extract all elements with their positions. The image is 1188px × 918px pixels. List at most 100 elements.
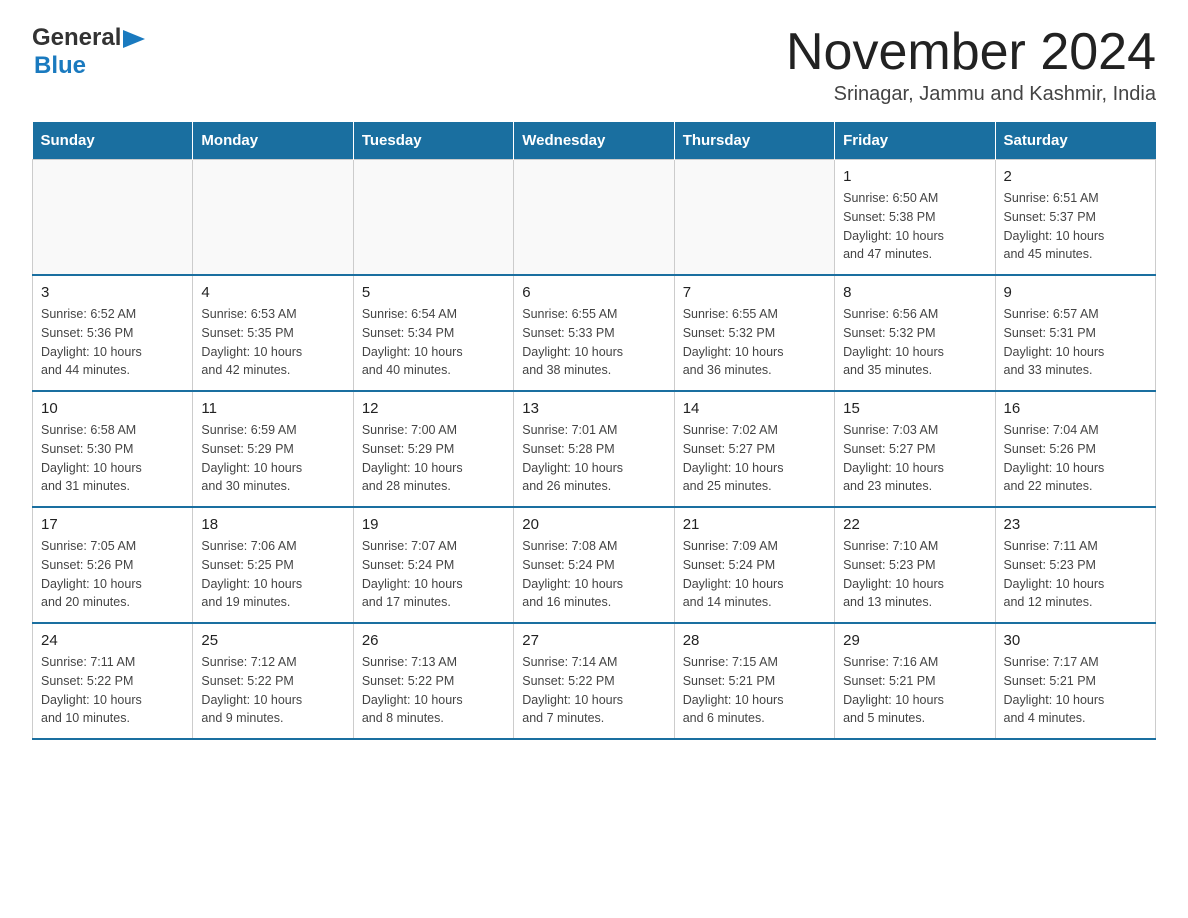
day-number: 12 — [362, 400, 505, 417]
day-info: Sunrise: 7:17 AM Sunset: 5:21 PM Dayligh… — [1004, 653, 1147, 728]
calendar-cell: 25 Sunrise: 7:12 AM Sunset: 5:22 PM Dayli… — [193, 623, 353, 739]
day-info: Sunrise: 7:04 AM Sunset: 5:26 PM Dayligh… — [1004, 421, 1147, 496]
calendar-cell: 22 Sunrise: 7:10 AM Sunset: 5:23 PM Dayli… — [835, 507, 995, 623]
day-number: 23 — [1004, 516, 1147, 533]
day-number: 25 — [201, 632, 344, 649]
day-number: 15 — [843, 400, 986, 417]
calendar-cell: 11 Sunrise: 6:59 AM Sunset: 5:29 PM Dayli… — [193, 391, 353, 507]
page-header: General Blue November 2024 Srinagar, Jam… — [32, 24, 1156, 106]
day-info: Sunrise: 7:07 AM Sunset: 5:24 PM Dayligh… — [362, 537, 505, 612]
calendar-cell: 20 Sunrise: 7:08 AM Sunset: 5:24 PM Dayli… — [514, 507, 674, 623]
day-info: Sunrise: 7:14 AM Sunset: 5:22 PM Dayligh… — [522, 653, 665, 728]
day-number: 10 — [41, 400, 184, 417]
calendar-cell: 13 Sunrise: 7:01 AM Sunset: 5:28 PM Dayli… — [514, 391, 674, 507]
location-text: Srinagar, Jammu and Kashmir, India — [786, 83, 1156, 106]
calendar-header-thursday: Thursday — [674, 122, 834, 160]
day-info: Sunrise: 6:52 AM Sunset: 5:36 PM Dayligh… — [41, 305, 184, 380]
day-number: 1 — [843, 168, 986, 185]
calendar-cell: 8Sunrise: 6:56 AM Sunset: 5:32 PM Daylig… — [835, 275, 995, 391]
day-number: 22 — [843, 516, 986, 533]
calendar-cell: 24Sunrise: 7:11 AM Sunset: 5:22 PM Dayli… — [33, 623, 193, 739]
calendar-cell — [674, 160, 834, 276]
day-number: 14 — [683, 400, 826, 417]
calendar-cell: 18 Sunrise: 7:06 AM Sunset: 5:25 PM Dayli… — [193, 507, 353, 623]
day-info: Sunrise: 6:51 AM Sunset: 5:37 PM Dayligh… — [1004, 189, 1147, 264]
calendar-cell — [514, 160, 674, 276]
day-number: 9 — [1004, 284, 1147, 301]
calendar-cell: 5 Sunrise: 6:54 AM Sunset: 5:34 PM Daylig… — [353, 275, 513, 391]
day-number: 4 — [201, 284, 344, 301]
calendar-cell: 6Sunrise: 6:55 AM Sunset: 5:33 PM Daylig… — [514, 275, 674, 391]
day-number: 7 — [683, 284, 826, 301]
day-number: 3 — [41, 284, 184, 301]
day-number: 18 — [201, 516, 344, 533]
day-info: Sunrise: 7:12 AM Sunset: 5:22 PM Dayligh… — [201, 653, 344, 728]
calendar-cell: 27 Sunrise: 7:14 AM Sunset: 5:22 PM Dayli… — [514, 623, 674, 739]
day-number: 11 — [201, 400, 344, 417]
title-section: November 2024 Srinagar, Jammu and Kashmi… — [786, 24, 1156, 106]
calendar-cell: 3 Sunrise: 6:52 AM Sunset: 5:36 PM Daylig… — [33, 275, 193, 391]
day-info: Sunrise: 7:10 AM Sunset: 5:23 PM Dayligh… — [843, 537, 986, 612]
calendar-table: SundayMondayTuesdayWednesdayThursdayFrid… — [32, 122, 1156, 740]
calendar-cell: 1 Sunrise: 6:50 AM Sunset: 5:38 PM Daylig… — [835, 160, 995, 276]
day-info: Sunrise: 6:55 AM Sunset: 5:32 PM Dayligh… — [683, 305, 826, 380]
calendar-cell: 29 Sunrise: 7:16 AM Sunset: 5:21 PM Dayli… — [835, 623, 995, 739]
day-number: 17 — [41, 516, 184, 533]
day-number: 26 — [362, 632, 505, 649]
day-number: 29 — [843, 632, 986, 649]
day-number: 13 — [522, 400, 665, 417]
day-number: 16 — [1004, 400, 1147, 417]
day-info: Sunrise: 6:55 AM Sunset: 5:33 PM Dayligh… — [522, 305, 665, 380]
day-info: Sunrise: 7:11 AM Sunset: 5:23 PM Dayligh… — [1004, 537, 1147, 612]
calendar-week-row: 24Sunrise: 7:11 AM Sunset: 5:22 PM Dayli… — [33, 623, 1156, 739]
calendar-header-saturday: Saturday — [995, 122, 1155, 160]
calendar-week-row: 10 Sunrise: 6:58 AM Sunset: 5:30 PM Dayli… — [33, 391, 1156, 507]
day-info: Sunrise: 7:02 AM Sunset: 5:27 PM Dayligh… — [683, 421, 826, 496]
calendar-cell — [353, 160, 513, 276]
day-info: Sunrise: 7:16 AM Sunset: 5:21 PM Dayligh… — [843, 653, 986, 728]
day-info: Sunrise: 7:05 AM Sunset: 5:26 PM Dayligh… — [41, 537, 184, 612]
calendar-cell: 10 Sunrise: 6:58 AM Sunset: 5:30 PM Dayli… — [33, 391, 193, 507]
calendar-cell: 7 Sunrise: 6:55 AM Sunset: 5:32 PM Daylig… — [674, 275, 834, 391]
day-info: Sunrise: 7:01 AM Sunset: 5:28 PM Dayligh… — [522, 421, 665, 496]
day-number: 28 — [683, 632, 826, 649]
day-info: Sunrise: 7:13 AM Sunset: 5:22 PM Dayligh… — [362, 653, 505, 728]
day-number: 20 — [522, 516, 665, 533]
day-info: Sunrise: 6:54 AM Sunset: 5:34 PM Dayligh… — [362, 305, 505, 380]
day-info: Sunrise: 7:11 AM Sunset: 5:22 PM Dayligh… — [41, 653, 184, 728]
day-info: Sunrise: 6:50 AM Sunset: 5:38 PM Dayligh… — [843, 189, 986, 264]
day-info: Sunrise: 7:06 AM Sunset: 5:25 PM Dayligh… — [201, 537, 344, 612]
day-number: 21 — [683, 516, 826, 533]
day-info: Sunrise: 7:00 AM Sunset: 5:29 PM Dayligh… — [362, 421, 505, 496]
day-info: Sunrise: 6:53 AM Sunset: 5:35 PM Dayligh… — [201, 305, 344, 380]
day-info: Sunrise: 6:57 AM Sunset: 5:31 PM Dayligh… — [1004, 305, 1147, 380]
day-number: 30 — [1004, 632, 1147, 649]
calendar-week-row: 1 Sunrise: 6:50 AM Sunset: 5:38 PM Daylig… — [33, 160, 1156, 276]
month-title: November 2024 — [786, 24, 1156, 81]
calendar-cell — [33, 160, 193, 276]
day-number: 27 — [522, 632, 665, 649]
calendar-header-sunday: Sunday — [33, 122, 193, 160]
calendar-cell: 19 Sunrise: 7:07 AM Sunset: 5:24 PM Dayli… — [353, 507, 513, 623]
calendar-cell: 12 Sunrise: 7:00 AM Sunset: 5:29 PM Dayli… — [353, 391, 513, 507]
day-number: 19 — [362, 516, 505, 533]
calendar-cell — [193, 160, 353, 276]
calendar-cell: 23 Sunrise: 7:11 AM Sunset: 5:23 PM Dayli… — [995, 507, 1155, 623]
calendar-cell: 16 Sunrise: 7:04 AM Sunset: 5:26 PM Dayli… — [995, 391, 1155, 507]
calendar-header-monday: Monday — [193, 122, 353, 160]
calendar-cell: 26 Sunrise: 7:13 AM Sunset: 5:22 PM Dayli… — [353, 623, 513, 739]
day-info: Sunrise: 7:09 AM Sunset: 5:24 PM Dayligh… — [683, 537, 826, 612]
logo-general-text: General — [32, 24, 121, 52]
calendar-cell: 28Sunrise: 7:15 AM Sunset: 5:21 PM Dayli… — [674, 623, 834, 739]
calendar-cell: 17 Sunrise: 7:05 AM Sunset: 5:26 PM Dayli… — [33, 507, 193, 623]
calendar-header-friday: Friday — [835, 122, 995, 160]
calendar-header-row: SundayMondayTuesdayWednesdayThursdayFrid… — [33, 122, 1156, 160]
calendar-week-row: 17 Sunrise: 7:05 AM Sunset: 5:26 PM Dayli… — [33, 507, 1156, 623]
day-info: Sunrise: 6:58 AM Sunset: 5:30 PM Dayligh… — [41, 421, 184, 496]
logo: General Blue — [32, 24, 145, 80]
day-info: Sunrise: 6:59 AM Sunset: 5:29 PM Dayligh… — [201, 421, 344, 496]
day-number: 5 — [362, 284, 505, 301]
day-info: Sunrise: 6:56 AM Sunset: 5:32 PM Dayligh… — [843, 305, 986, 380]
calendar-cell: 14 Sunrise: 7:02 AM Sunset: 5:27 PM Dayli… — [674, 391, 834, 507]
day-info: Sunrise: 7:08 AM Sunset: 5:24 PM Dayligh… — [522, 537, 665, 612]
